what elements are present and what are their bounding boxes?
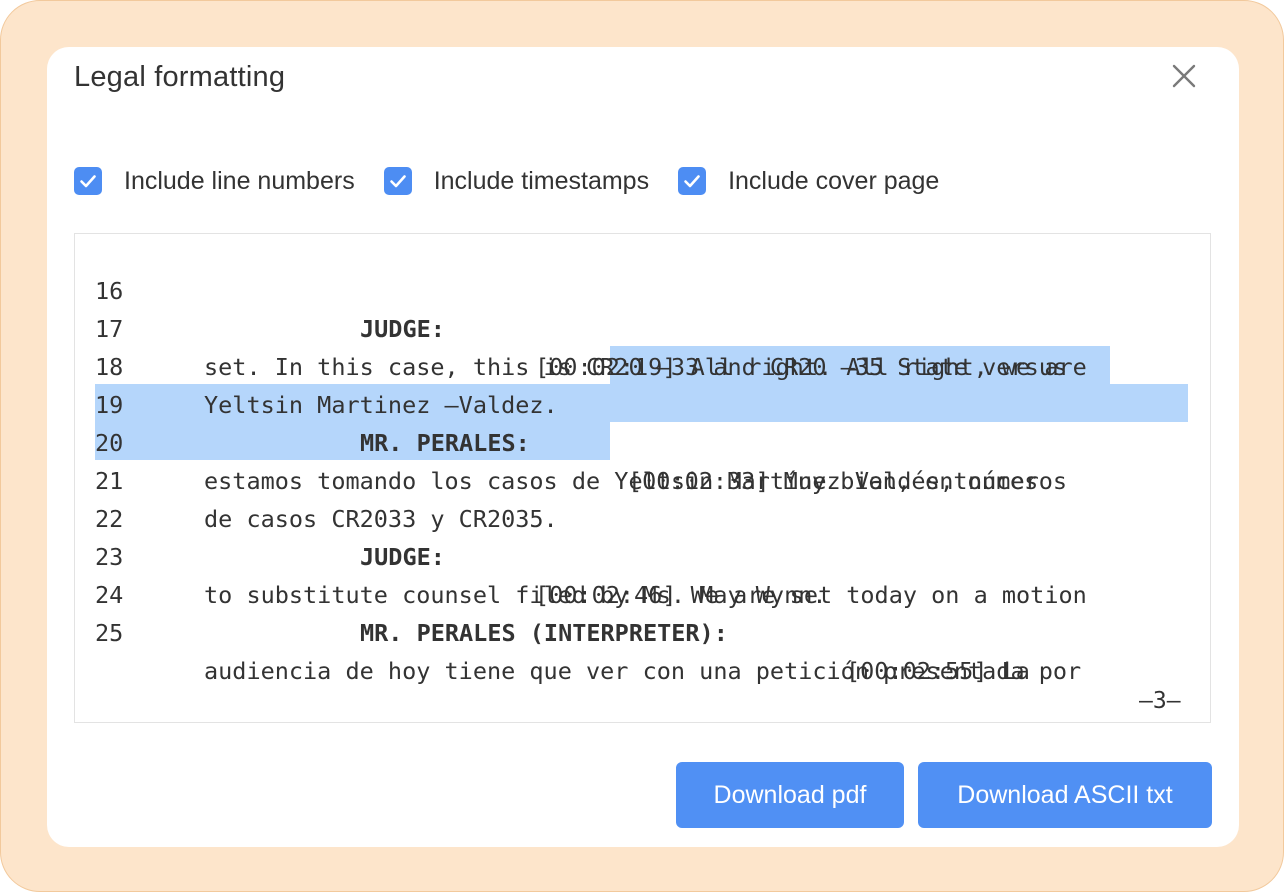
- dialog-title: Legal formatting: [74, 61, 286, 93]
- legal-formatting-dialog: Legal formatting Include line numbers In…: [47, 47, 1239, 847]
- cover-page-label: Include cover page: [728, 166, 940, 195]
- page-number: –3–: [1139, 688, 1181, 714]
- checkmark-icon: [389, 175, 406, 188]
- speaker-label: MR. PERALES:: [360, 429, 530, 457]
- transcript-line: 16 JUDGE: [00:02:19] All right. All righ…: [75, 234, 1087, 381]
- line-text: estamos tomando los casos de Yeltsin Mar…: [204, 467, 1068, 495]
- line-text: set. In this case, this is CR20 –33 and …: [204, 353, 1068, 381]
- download-ascii-button[interactable]: Download ASCII txt: [918, 762, 1212, 828]
- transcript-line: 17 set. In this case, this is CR20 –33 a…: [75, 272, 1067, 381]
- app-frame: Legal formatting Include line numbers In…: [0, 0, 1284, 892]
- speaker-label: JUDGE:: [360, 543, 445, 571]
- transcript-line: 25 audiencia de hoy tiene que ver con un…: [75, 576, 1081, 685]
- option-cover-page[interactable]: Include cover page: [678, 167, 939, 196]
- transcript-line: 24 MR. PERALES (INTERPRETER): [00:02:55]…: [75, 538, 1030, 685]
- line-text: to substitute counsel filed by Ms. May W…: [204, 581, 827, 609]
- transcript-line: 18 Yeltsin Martinez –Valdez.: [75, 310, 558, 419]
- transcript-line: 23 to substitute counsel filed by Ms. Ma…: [75, 500, 827, 609]
- line-number: 25: [95, 619, 124, 647]
- timestamps-checkbox[interactable]: [383, 167, 412, 195]
- line-numbers-checkbox[interactable]: [74, 167, 102, 195]
- transcript-preview[interactable]: 16 JUDGE: [00:02:19] All right. All righ…: [74, 233, 1211, 723]
- line-numbers-label: Include line numbers: [124, 166, 355, 195]
- options-row: Include line numbers Include timestamps …: [74, 165, 968, 197]
- option-timestamps[interactable]: Include timestamps: [383, 166, 650, 196]
- speaker-label: JUDGE:: [360, 315, 445, 343]
- transcript-line: 20 estamos tomando los casos de Yeltsin …: [75, 386, 1067, 495]
- transcript-line: 21 de casos CR2033 y CR2035.: [75, 424, 558, 533]
- line-text: Yeltsin Martinez –Valdez.: [204, 391, 558, 419]
- cover-page-checkbox[interactable]: [678, 167, 707, 195]
- checkmark-icon: [80, 175, 96, 188]
- close-icon[interactable]: [1169, 61, 1199, 91]
- download-pdf-button[interactable]: Download pdf: [676, 762, 904, 828]
- transcript-line: 22 JUDGE: [00:02:46] We are set today on…: [75, 462, 1087, 609]
- option-line-numbers[interactable]: Include line numbers: [74, 167, 355, 196]
- line-text: audiencia de hoy tiene que ver con una p…: [204, 657, 1082, 685]
- checkmark-icon: [684, 175, 700, 188]
- transcript-line: 19 MR. PERALES: [00:02:33] Muy bien, ent…: [75, 348, 1038, 495]
- line-text: de casos CR2033 y CR2035.: [204, 505, 558, 533]
- timestamps-label: Include timestamps: [433, 166, 650, 195]
- speaker-label: MR. PERALES (INTERPRETER):: [360, 619, 728, 647]
